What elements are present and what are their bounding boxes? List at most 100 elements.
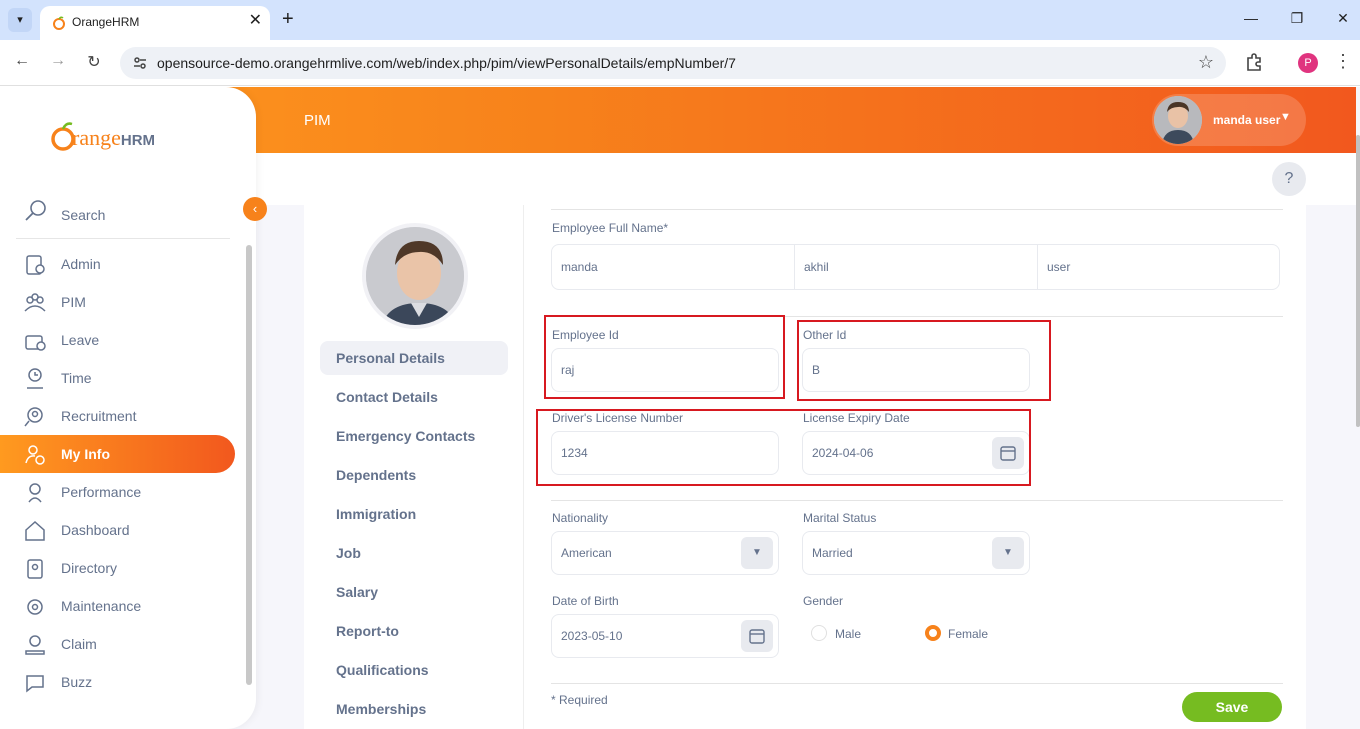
nationality-select[interactable]: American ▼ <box>551 531 779 575</box>
reload-button[interactable]: ↻ <box>83 52 105 72</box>
sidebar-item-label: Maintenance <box>61 598 142 614</box>
tab-contact-details[interactable]: Contact Details <box>320 380 508 414</box>
marital-status-label: Marital Status <box>803 511 877 525</box>
sidebar-item-buzz[interactable]: Buzz <box>0 663 235 701</box>
directory-icon <box>27 559 43 579</box>
minimize-button[interactable]: — <box>1241 10 1261 26</box>
tab-search-button[interactable]: ▾ <box>8 8 32 32</box>
window-close-button[interactable]: ✕ <box>1333 10 1353 27</box>
restore-button[interactable]: ❐ <box>1287 10 1307 27</box>
orangehrm-favicon-icon <box>53 16 65 30</box>
sidebar-item-directory[interactable]: Directory <box>0 549 235 587</box>
maintenance-icon <box>27 599 43 615</box>
sidebar-item-maintenance[interactable]: Maintenance <box>0 587 235 625</box>
tab-emergency-contacts[interactable]: Emergency Contacts <box>320 419 508 453</box>
tab-immigration[interactable]: Immigration <box>320 497 508 531</box>
browser-profile-avatar[interactable]: P <box>1298 53 1318 73</box>
middle-name-input[interactable]: akhil <box>795 245 1037 289</box>
tab-job[interactable]: Job <box>320 536 508 570</box>
time-icon <box>27 368 43 389</box>
tab-personal-details[interactable]: Personal Details <box>320 341 508 375</box>
my-info-icon <box>25 445 45 465</box>
full-name-group: manda akhil user <box>551 244 1280 290</box>
leave-icon <box>25 335 46 351</box>
required-note: * Required <box>551 693 608 707</box>
sidebar-item-label: Claim <box>61 636 97 652</box>
recruitment-icon <box>24 407 43 427</box>
orangehrm-app: PIM manda user ▼ ? rangeHRM Search Admin… <box>0 87 1360 729</box>
sidebar: rangeHRM Search Admin PIM Leave Time Recruit… <box>0 87 256 729</box>
tab-report-to[interactable]: Report-to <box>320 614 508 648</box>
browser-tab[interactable]: OrangeHRM ✕ <box>40 6 270 40</box>
back-button[interactable]: ← <box>11 52 33 70</box>
sidebar-item-leave[interactable]: Leave <box>0 321 235 359</box>
profile-column: Personal Details Contact Details Emergency… <box>304 205 524 729</box>
marital-status-select[interactable]: Married ▼ <box>802 531 1030 575</box>
tab-dependents[interactable]: Dependents <box>320 458 508 492</box>
sidebar-scrollbar[interactable] <box>246 245 252 685</box>
employee-photo[interactable] <box>362 223 468 329</box>
caret-down-icon: ▼ <box>1280 111 1291 123</box>
sidebar-item-label: Time <box>61 370 92 386</box>
sidebar-item-claim[interactable]: Claim <box>0 625 235 663</box>
site-settings-icon[interactable] <box>132 55 148 71</box>
performance-icon <box>28 483 42 503</box>
last-name-input[interactable]: user <box>1038 245 1278 289</box>
tab-qualifications[interactable]: Qualifications <box>320 653 508 687</box>
sidebar-item-pim[interactable]: PIM <box>0 283 235 321</box>
dropdown-arrow-icon[interactable]: ▼ <box>992 537 1024 569</box>
gender-label: Gender <box>803 594 844 608</box>
sidebar-item-label: Directory <box>61 560 118 576</box>
tab-salary[interactable]: Salary <box>320 575 508 609</box>
sidebar-search[interactable]: Search <box>16 195 230 239</box>
extensions-icon[interactable] <box>1244 52 1264 72</box>
highlight-box-license <box>536 409 1031 486</box>
marital-status-value: Married <box>812 546 853 560</box>
sidebar-item-dashboard[interactable]: Dashboard <box>0 511 235 549</box>
sidebar-item-label: PIM <box>61 294 86 310</box>
address-bar: ← → ↻ opensource-demo.orangehrmlive.com/… <box>0 40 1360 86</box>
sidebar-item-label: Recruitment <box>61 408 137 424</box>
sidebar-item-my-info[interactable]: My Info <box>0 435 235 473</box>
tab-close-icon[interactable]: ✕ <box>249 12 262 30</box>
sidebar-item-label: Performance <box>61 484 142 500</box>
first-name-input[interactable]: manda <box>552 245 794 289</box>
sidebar-item-performance[interactable]: Performance <box>0 473 235 511</box>
search-icon <box>25 200 46 221</box>
gender-male-label[interactable]: Male <box>835 627 861 641</box>
sidebar-item-label: Leave <box>61 332 100 348</box>
page-scrollbar[interactable] <box>1356 135 1360 427</box>
nationality-label: Nationality <box>552 511 609 525</box>
save-button[interactable]: Save <box>1182 692 1282 722</box>
sidebar-item-label: Dashboard <box>61 522 130 538</box>
admin-icon <box>26 255 45 275</box>
browser-menu-icon[interactable]: ⋮ <box>1334 51 1352 72</box>
orangehrm-logo: rangeHRM <box>50 119 170 151</box>
sidebar-item-time[interactable]: Time <box>0 359 235 397</box>
divider <box>551 209 1283 210</box>
url-omnibox[interactable]: opensource-demo.orangehrmlive.com/web/in… <box>120 47 1226 79</box>
gender-female-label[interactable]: Female <box>948 627 988 641</box>
help-button[interactable]: ? <box>1272 162 1306 196</box>
sidebar-collapse-button[interactable]: ‹ <box>243 197 267 221</box>
user-name: manda user <box>1213 113 1281 127</box>
calendar-icon[interactable] <box>741 620 773 652</box>
url-text[interactable]: opensource-demo.orangehrmlive.com/web/in… <box>157 55 736 71</box>
user-dropdown[interactable]: manda user ▼ <box>1152 94 1306 146</box>
new-tab-button[interactable]: + <box>282 8 294 30</box>
gender-male-radio[interactable] <box>811 625 827 641</box>
sidebar-item-label: My Info <box>61 446 110 462</box>
forward-button[interactable]: → <box>47 52 69 70</box>
sub-header: ? <box>256 153 1356 205</box>
dashboard-icon <box>25 520 45 541</box>
dropdown-arrow-icon[interactable]: ▼ <box>741 537 773 569</box>
gender-female-radio[interactable] <box>925 625 941 641</box>
highlight-box-other-id <box>797 320 1051 401</box>
dob-input[interactable]: 2023-05-10 <box>551 614 779 658</box>
dob-value: 2023-05-10 <box>561 629 623 643</box>
logo-text: rangeHRM <box>72 125 156 150</box>
sidebar-item-admin[interactable]: Admin <box>0 245 235 283</box>
sidebar-item-recruitment[interactable]: Recruitment <box>0 397 235 435</box>
bookmark-star-icon[interactable]: ☆ <box>1198 52 1214 73</box>
tab-memberships[interactable]: Memberships <box>320 692 508 726</box>
